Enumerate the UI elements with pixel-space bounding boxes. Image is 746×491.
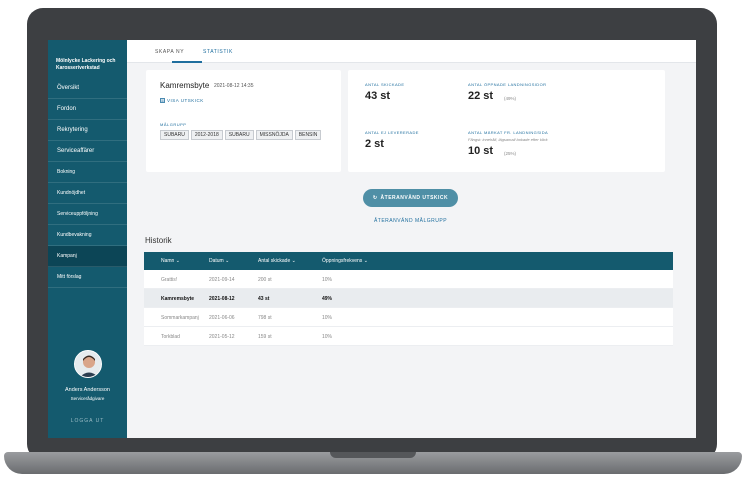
logout-link[interactable]: LOGGA UT — [48, 418, 127, 424]
sidebar-item-bokning[interactable]: Bokning — [48, 162, 127, 183]
column-header-sent[interactable]: Antal skickade ⌄ — [258, 258, 296, 264]
cell-name: Grattis! — [161, 277, 178, 283]
marked-label: ANTAL MÄRKAT FR. LANDNINGSIDA — [468, 130, 549, 135]
target-group-label: MÅLGRUPP — [160, 122, 187, 127]
cell-name: Sommarkampanj — [161, 315, 199, 321]
sidebar-item-kundbevakning[interactable]: Kundbevakning — [48, 225, 127, 246]
view-mailing-link[interactable]: VISA UTSKICK — [160, 98, 204, 103]
chevron-down-icon: ⌄ — [291, 258, 296, 264]
laptop-notch — [330, 452, 416, 458]
cell-name: Kamremsbyte — [161, 296, 195, 302]
campaign-date: 2021-08-12 14:35 — [214, 83, 254, 89]
chevron-down-icon: ⌄ — [175, 258, 180, 264]
marked-pct: (25%) — [504, 151, 517, 156]
tab-bar: SKAPA NY STATISTIK — [127, 40, 696, 63]
sidebar-item-serviceaffarer[interactable]: Serviceaffärer — [48, 141, 127, 162]
sidebar-item-serviceuppfoljning[interactable]: Serviceuppföljning — [48, 204, 127, 225]
table-row[interactable]: Torkblad 2021-05-12 159 st 10% — [144, 327, 673, 346]
sidebar-item-oversikt[interactable]: Översikt — [48, 78, 127, 99]
marked-value: 10 st — [468, 145, 494, 157]
app-screen: Mölnlycke Lackering och Karosseriverksta… — [48, 40, 696, 438]
refresh-icon: ↻ — [372, 195, 378, 201]
company-name: Mölnlycke Lackering och Karosseriverksta… — [56, 58, 116, 71]
opened-value: 22 st — [468, 90, 494, 102]
column-header-open-rate[interactable]: Öppningsfrekvens ⌄ — [322, 258, 368, 264]
table-row[interactable]: Sommarkampanj 2021-06-06 798 st 10% — [144, 308, 673, 327]
campaign-name: Kamremsbyte — [160, 81, 210, 90]
cell-rate: 10% — [322, 277, 333, 283]
sent-value: 43 st — [365, 90, 391, 102]
table-row[interactable]: Grattis! 2021-09-14 200 st 10% — [144, 270, 673, 289]
opened-pct: (49%) — [504, 96, 517, 101]
reuse-mailing-button[interactable]: ↻ ÅTERANVÄND UTSKICK — [363, 189, 458, 207]
cell-rate: 10% — [322, 315, 333, 321]
cell-date: 2021-06-06 — [209, 315, 235, 321]
sidebar-nav: Översikt Fordon Rekrytering Serviceaffär… — [48, 78, 127, 288]
marked-note: Fångst: innehåll, lägsamall bokade efter… — [468, 137, 548, 142]
cell-name: Torkblad — [161, 334, 180, 340]
cell-sent: 43 st — [258, 296, 270, 302]
history-table: Namn ⌄ Datum ⌄ Antal skickade ⌄ Öppnings… — [144, 252, 673, 346]
reuse-target-group-link[interactable]: ÅTERANVÄND MÅLGRUPP — [363, 218, 458, 224]
sidebar-item-kundnojdhet[interactable]: Kundnöjdhet — [48, 183, 127, 204]
tab-skapa-ny[interactable]: SKAPA NY — [155, 49, 184, 55]
chip: SUBARU — [160, 130, 189, 140]
sidebar: Mölnlycke Lackering och Karosseriverksta… — [48, 40, 127, 438]
sidebar-item-fordon[interactable]: Fordon — [48, 99, 127, 120]
target-group-chips: SUBARU 2012-2018 SUBARU MISSNÖJDA BENSIN — [160, 130, 322, 140]
sent-label: ANTAL SKICKADE — [365, 82, 405, 87]
not-delivered-label: ANTAL EJ LEVERERADE — [365, 130, 419, 135]
cell-date: 2021-08-12 — [209, 296, 235, 302]
reuse-mailing-label: ÅTERANVÄND UTSKICK — [380, 195, 449, 201]
cell-date: 2021-09-14 — [209, 277, 235, 283]
cell-sent: 159 st — [258, 334, 272, 340]
stats-card: ANTAL SKICKADE 43 st ANTAL ÖPPNADE LANDN… — [348, 70, 665, 172]
chip: MISSNÖJDA — [255, 130, 293, 140]
table-header: Namn ⌄ Datum ⌄ Antal skickade ⌄ Öppnings… — [144, 252, 673, 270]
user-role: Servicerådgivare — [70, 396, 105, 401]
view-mailing-label: VISA UTSKICK — [167, 98, 204, 103]
cell-rate: 10% — [322, 334, 333, 340]
sidebar-item-kampanj[interactable]: Kampanj — [48, 246, 127, 267]
chevron-down-icon: ⌄ — [225, 258, 230, 264]
opened-label: ANTAL ÖPPNADE LANDNINGSIDOR — [468, 82, 547, 87]
cell-sent: 798 st — [258, 315, 272, 321]
cell-sent: 200 st — [258, 277, 272, 283]
chevron-down-icon: ⌄ — [363, 258, 368, 264]
cell-rate: 49% — [322, 296, 333, 302]
user-name: Anders Andersson — [65, 387, 110, 393]
tab-statistik[interactable]: STATISTIK — [203, 49, 233, 55]
tab-active-indicator — [172, 61, 202, 63]
chip: SUBARU — [224, 130, 254, 140]
column-header-date[interactable]: Datum ⌄ — [209, 258, 229, 264]
not-delivered-value: 2 st — [365, 138, 384, 150]
cell-date: 2021-05-12 — [209, 334, 235, 340]
history-title: Historik — [145, 236, 172, 245]
sidebar-item-mitt-forslag[interactable]: Mitt förslag — [48, 267, 127, 288]
avatar — [74, 350, 102, 378]
chip: 2012-2018 — [190, 130, 223, 140]
campaign-card: Kamremsbyte 2021-08-12 14:35 VISA UTSKIC… — [146, 70, 341, 172]
table-row-selected[interactable]: Kamremsbyte 2021-08-12 43 st 49% — [144, 289, 673, 308]
column-header-name[interactable]: Namn ⌄ — [161, 258, 180, 264]
sidebar-item-rekrytering[interactable]: Rekrytering — [48, 120, 127, 141]
chip: BENSIN — [294, 130, 322, 140]
document-icon — [160, 98, 165, 103]
